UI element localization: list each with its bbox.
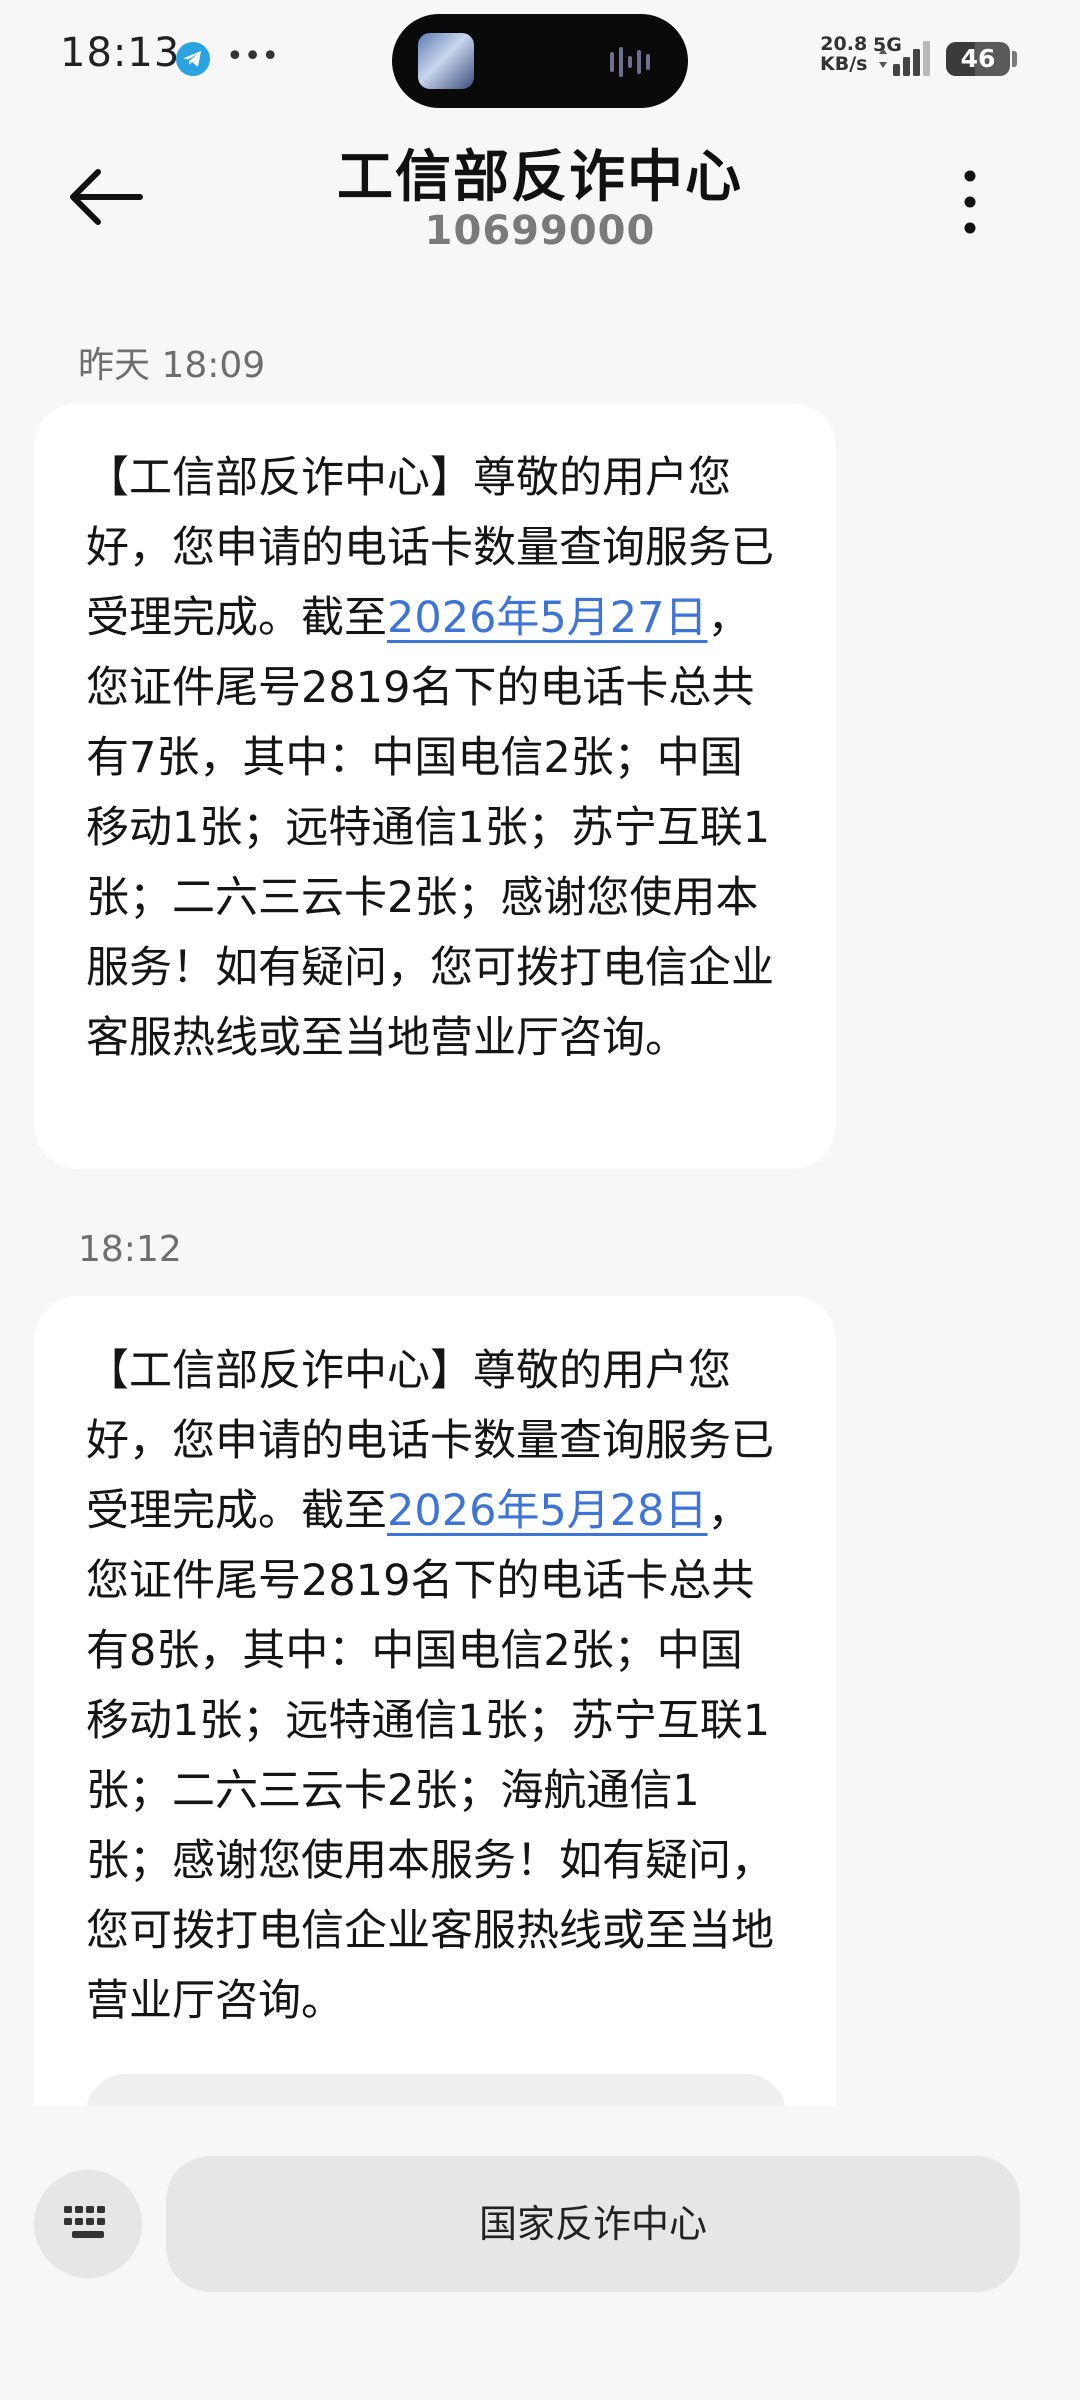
bottom-bar: 国家反诈中心: [0, 2106, 1080, 2400]
date-link[interactable]: 2026年5月27日: [387, 593, 708, 643]
contact-name: 工信部反诈中心: [337, 145, 743, 210]
battery-percentage: 46: [960, 44, 996, 73]
sender-number: 10699000: [424, 208, 656, 254]
keyboard-icon: [64, 2206, 105, 2238]
more-dots-icon: •••: [226, 39, 280, 74]
messaging-screen: 18:13 ••• 20.8 KB/s 5G 46 工信部反诈中心 106990…: [0, 0, 1080, 2400]
message-text-after: ，您证件尾号2819名下的电话卡总共有8张，其中：中国电信2张；中国移动1张；远…: [86, 1486, 774, 2026]
network-speed: 20.8 KB/s: [820, 34, 867, 74]
battery-icon: 46: [946, 42, 1010, 76]
message-text-after: ，您证件尾号2819名下的电话卡总共有7张，其中：中国电信2张；中国移动1张；远…: [86, 593, 774, 1063]
keyboard-button[interactable]: [34, 2170, 142, 2278]
battery-tip: [1012, 51, 1017, 67]
dynamic-island[interactable]: [392, 14, 688, 108]
message-text: 【工信部反诈中心】尊敬的用户您好，您申请的电话卡数量查询服务已受理完成。截至20…: [86, 443, 784, 1073]
audio-wave-icon: [610, 47, 650, 77]
message-text: 【工信部反诈中心】尊敬的用户您好，您申请的电话卡数量查询服务已受理完成。截至20…: [86, 1336, 784, 2036]
network-speed-value: 20.8: [820, 33, 868, 55]
media-thumbnail: [418, 33, 474, 89]
more-options-icon[interactable]: [940, 162, 1000, 242]
date-link[interactable]: 2026年5月28日: [387, 1486, 708, 1536]
network-speed-unit: KB/s: [820, 53, 868, 75]
conversation-header: 工信部反诈中心 10699000: [0, 116, 1080, 286]
message-timestamp: 18:12: [78, 1229, 182, 1270]
signal-icon: [879, 41, 930, 76]
message-bubble[interactable]: 【工信部反诈中心】尊敬的用户您好，您申请的电话卡数量查询服务已受理完成。截至20…: [34, 403, 836, 1169]
status-bar: 18:13 ••• 20.8 KB/s 5G 46: [0, 0, 1080, 116]
quick-reply-button[interactable]: 国家反诈中心: [166, 2156, 1020, 2292]
telegram-icon: [176, 42, 210, 76]
message-timestamp: 昨天 18:09: [78, 345, 266, 386]
status-time: 18:13: [60, 30, 181, 76]
